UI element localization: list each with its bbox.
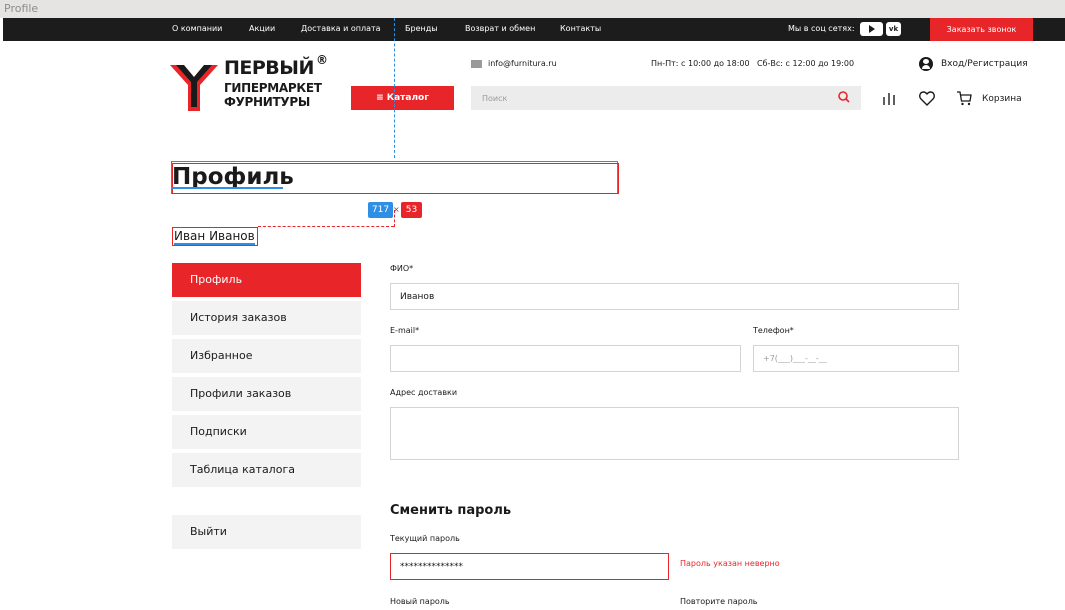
sidebar-item-order-profiles[interactable]: Профили заказов (172, 377, 361, 411)
nav-link-about[interactable]: О компании (172, 24, 222, 33)
user-name: Иван Иванов (174, 229, 255, 245)
logo-registered-mark: ® (316, 53, 328, 67)
fio-field[interactable] (390, 283, 959, 310)
sidebar-item-catalog-table[interactable]: Таблица каталога (172, 453, 361, 487)
user-icon[interactable] (919, 57, 933, 71)
nav-link-returns[interactable]: Возврат и обмен (465, 24, 535, 33)
sidebar-item-order-history[interactable]: История заказов (172, 301, 361, 335)
logo-text-line1: ПЕРВЫЙ (224, 57, 314, 79)
title-underline (172, 187, 283, 189)
frame-label: Profile (0, 0, 1065, 18)
sidebar-item-favorites[interactable]: Избранное (172, 339, 361, 373)
logo-text-line2: ГИПЕРМАРКЕТ (224, 81, 322, 95)
email-link[interactable]: info@furnitura.ru (488, 59, 557, 68)
top-bar: О компании Акции Доставка и оплата Бренд… (3, 18, 1065, 41)
measure-width-badge: 717 (368, 202, 393, 218)
new-password-label: Новый пароль (390, 597, 450, 606)
phone-field[interactable] (753, 345, 959, 372)
measure-times-sign: × (393, 205, 400, 214)
nav-link-brands[interactable]: Бренды (405, 24, 438, 33)
login-link[interactable]: Вход/Регистрация (941, 59, 1028, 69)
fio-label: ФИО* (390, 264, 414, 273)
current-password-field[interactable] (390, 553, 669, 580)
address-field[interactable] (390, 407, 959, 460)
search-icon[interactable] (838, 91, 850, 103)
compare-icon[interactable] (882, 92, 896, 106)
current-password-label: Текущий пароль (390, 534, 460, 543)
repeat-password-label: Повторите пароль (680, 597, 758, 606)
logout-button[interactable]: Выйти (172, 515, 361, 549)
change-password-title: Сменить пароль (390, 503, 512, 518)
measure-height-badge: 53 (401, 202, 422, 218)
sidebar-item-profile[interactable]: Профиль (172, 263, 361, 297)
search-input[interactable] (471, 86, 861, 110)
heart-icon[interactable] (919, 91, 935, 106)
nav-link-promotions[interactable]: Акции (249, 24, 275, 33)
cart-icon[interactable] (957, 91, 972, 106)
logo[interactable]: ПЕРВЫЙ ® ГИПЕРМАРКЕТ ФУРНИТУРЫ (170, 53, 335, 115)
vk-icon[interactable]: vk (886, 22, 901, 36)
nav-link-delivery[interactable]: Доставка и оплата (301, 24, 381, 33)
nav-link-contacts[interactable]: Контакты (560, 24, 601, 33)
sidebar-item-subscriptions[interactable]: Подписки (172, 415, 361, 449)
mail-icon (471, 60, 482, 68)
email-label: E-mail* (390, 326, 420, 335)
cart-label[interactable]: Корзина (982, 94, 1022, 104)
address-label: Адрес доставки (390, 388, 458, 397)
hours-weekdays: Пн-Пт: с 10:00 до 18:00 (651, 59, 750, 68)
phone-label: Телефон* (753, 326, 794, 335)
email-field[interactable] (390, 345, 741, 372)
hours-weekend: Сб-Вс: с 12:00 до 19:00 (757, 59, 855, 68)
youtube-icon[interactable] (860, 22, 883, 36)
catalog-button[interactable]: ≡ Каталог (351, 86, 454, 110)
logo-mark-icon (170, 65, 218, 111)
measure-guide-vertical (394, 18, 395, 158)
password-error-message: Пароль указан неверно (680, 559, 780, 568)
measure-guide-horizontal (258, 226, 394, 227)
logo-text-line3: ФУРНИТУРЫ (224, 95, 310, 109)
social-label: Мы в соц сетях: (788, 24, 855, 33)
callback-button[interactable]: Заказать звонок (930, 18, 1033, 41)
